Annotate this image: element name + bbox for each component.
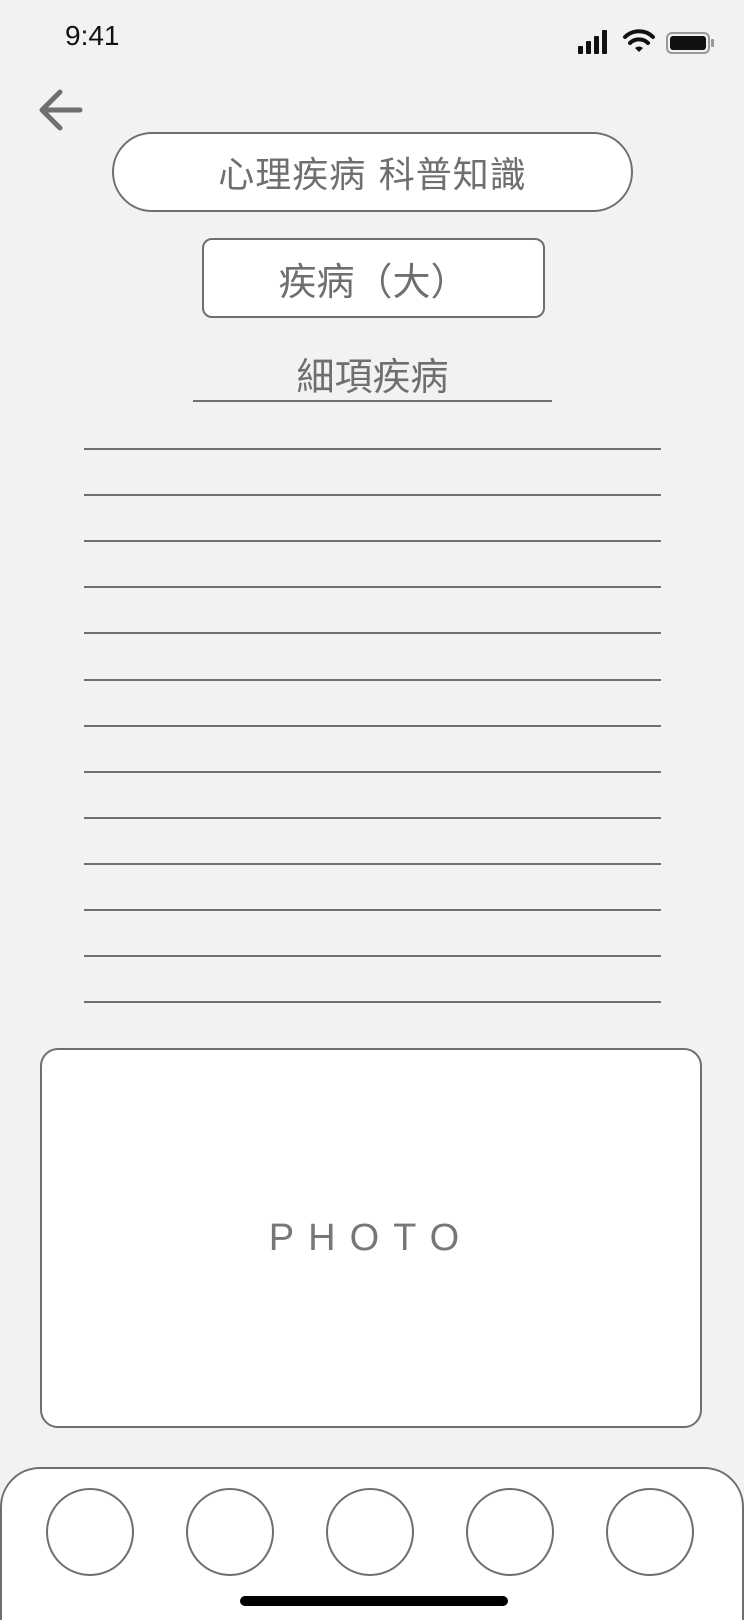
text-line: [84, 862, 661, 865]
signal-icon: [578, 30, 607, 54]
text-line: [84, 586, 661, 589]
tab-button-2[interactable]: [186, 1488, 274, 1576]
tab-button-3[interactable]: [326, 1488, 414, 1576]
text-line: [84, 540, 661, 543]
text-line: [84, 816, 661, 819]
tab-button-5[interactable]: [606, 1488, 694, 1576]
status-icons: [578, 28, 718, 56]
home-indicator: [240, 1596, 508, 1606]
arrow-left-icon: [39, 89, 83, 131]
text-line: [84, 494, 661, 497]
text-line: [84, 724, 661, 727]
status-time: 9:41: [65, 20, 120, 51]
wifi-icon: [623, 29, 655, 52]
text-line: [84, 632, 661, 635]
text-line: [84, 770, 661, 773]
category-button[interactable]: 疾病（大）: [202, 238, 545, 318]
text-line: [84, 678, 661, 681]
status-bar: 9:41: [0, 0, 744, 80]
text-line: [84, 448, 661, 450]
text-line: [84, 1001, 661, 1004]
photo-placeholder: PHOTO: [40, 1048, 702, 1428]
subcategory-title: 細項疾病: [193, 346, 552, 402]
back-button[interactable]: [36, 82, 88, 138]
battery-icon: [666, 32, 714, 54]
photo-label: PHOTO: [268, 1216, 474, 1259]
tab-button-1[interactable]: [46, 1488, 134, 1576]
tab-button-4[interactable]: [466, 1488, 554, 1576]
text-line: [84, 909, 661, 911]
text-line: [84, 955, 661, 958]
page-title: 心理疾病 科普知識: [112, 132, 633, 212]
